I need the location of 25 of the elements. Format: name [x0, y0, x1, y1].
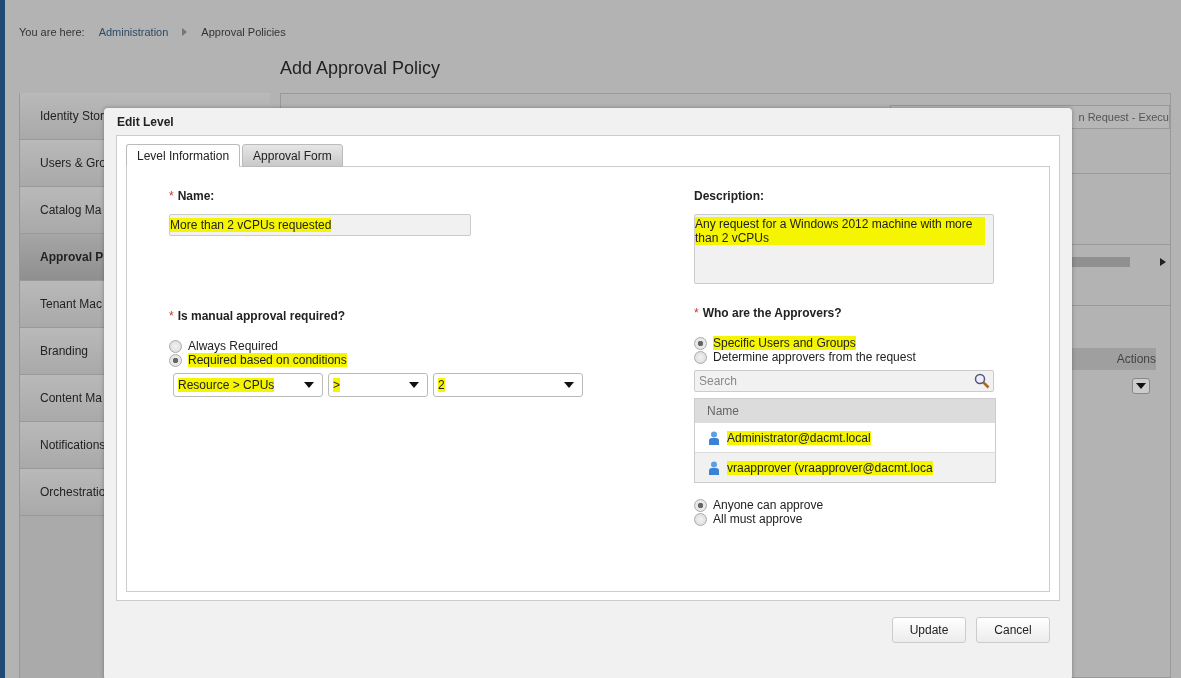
page-title: Add Approval Policy	[280, 58, 442, 79]
field-label: Is manual approval required?	[177, 309, 346, 323]
breadcrumb-label: You are here:	[19, 26, 85, 38]
field-label: Who are the Approvers?	[702, 306, 842, 320]
table-cell: vraapprover (vraapprover@dacmt.loca	[727, 460, 933, 475]
column-header: Actions	[1070, 348, 1156, 370]
option-label: All must approve	[713, 512, 803, 526]
field-label: Description:	[694, 189, 764, 203]
option-label: Specific Users and Groups	[713, 336, 856, 350]
required-mark: *	[694, 306, 699, 320]
option-label: Determine approvers from the request	[713, 350, 916, 364]
required-mark: *	[169, 309, 174, 323]
option-label: Required based on conditions	[188, 353, 347, 367]
field-value: More than 2 vCPUs requested	[170, 218, 332, 232]
column-header: Name	[695, 399, 995, 422]
dropdown-value: 2	[438, 378, 445, 392]
field-value: Any request for a Windows 2012 machine with more than 2 vCPUs	[695, 217, 985, 245]
option-label: Anyone can approve	[713, 498, 824, 512]
dropdown-value: >	[333, 378, 340, 392]
option-label: Always Required	[188, 339, 279, 353]
dialog-title: Edit Level	[116, 114, 175, 131]
table-cell: Administrator@dacmt.local	[727, 430, 871, 445]
required-mark: *	[169, 189, 174, 203]
field-label: Name:	[177, 189, 215, 203]
dropdown-value: Resource > CPUs	[178, 378, 275, 392]
